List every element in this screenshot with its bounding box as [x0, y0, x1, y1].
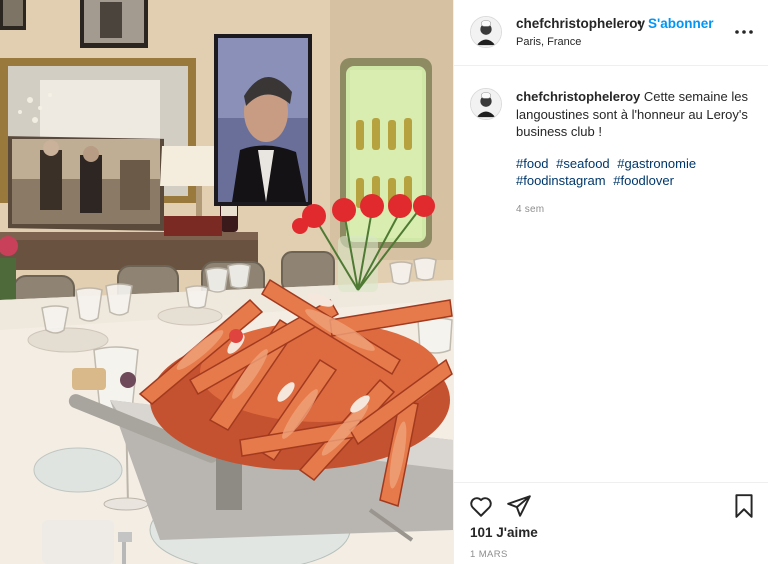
hashtag-link[interactable]: #foodlover: [613, 173, 674, 188]
caption-text-block: chefchristopheleroy Cette semaine les la…: [516, 88, 752, 141]
heart-icon[interactable]: [468, 493, 494, 519]
caption-age: 4 sem: [516, 203, 545, 215]
bookmark-icon[interactable]: [731, 493, 757, 519]
location-link[interactable]: Paris, France: [516, 36, 581, 48]
caption-comment: chefchristopheleroy Cette semaine les la…: [454, 66, 768, 215]
follow-button[interactable]: S'abonner: [648, 16, 713, 31]
hashtag-list: #food #seafood #gastronomie #foodinstagr…: [516, 155, 752, 190]
post-photo[interactable]: [0, 0, 453, 564]
follow-separator: •: [637, 15, 642, 30]
hashtag-link[interactable]: #gastronomie: [617, 156, 696, 171]
chef-avatar-icon: [471, 17, 501, 47]
caption-username-link[interactable]: chefchristopheleroy: [516, 89, 640, 104]
caption-avatar[interactable]: [470, 88, 502, 120]
more-horizontal-icon[interactable]: [734, 24, 754, 40]
hashtag-link[interactable]: #foodinstagram: [516, 173, 606, 188]
share-icon[interactable]: [506, 493, 532, 519]
langoustines-dining-room-image: [0, 0, 453, 564]
hashtag-link[interactable]: #seafood: [556, 156, 610, 171]
post-actions-bar: 101 J'aime 1 MARS: [454, 482, 768, 564]
post-header: chefchristopheleroy • S'abonner Paris, F…: [454, 0, 768, 66]
post-username-link[interactable]: chefchristopheleroy: [516, 16, 645, 31]
hashtag-link[interactable]: #food: [516, 156, 549, 171]
post-details-panel: chefchristopheleroy • S'abonner Paris, F…: [453, 0, 768, 564]
likes-count[interactable]: 101 J'aime: [470, 525, 538, 540]
chef-avatar-icon: [471, 89, 501, 119]
avatar[interactable]: [470, 16, 502, 48]
post-date[interactable]: 1 MARS: [470, 549, 508, 560]
